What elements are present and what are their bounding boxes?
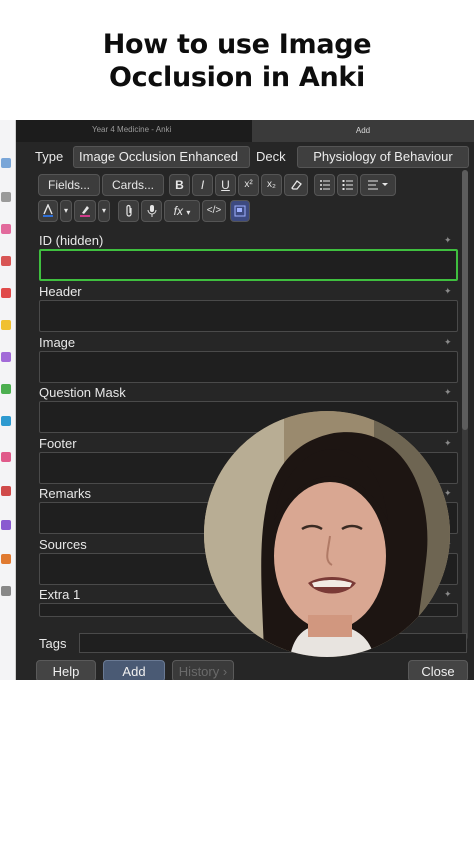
bullet-list-button[interactable] <box>314 174 335 196</box>
webcam-overlay <box>204 411 450 657</box>
add-tab-title: Add <box>252 120 474 142</box>
help-button[interactable]: Help <box>36 660 96 680</box>
headline-line-1: How to use Image <box>102 29 372 60</box>
sidebar-icon[interactable] <box>1 554 11 564</box>
microphone-icon <box>147 205 156 217</box>
highlight-button[interactable] <box>74 200 96 222</box>
sidebar-icon[interactable] <box>1 224 11 234</box>
highlighter-icon <box>80 206 90 217</box>
pin-icon[interactable]: ✦ <box>444 287 452 296</box>
numbered-list-button[interactable] <box>337 174 358 196</box>
eraser-button[interactable] <box>284 174 308 196</box>
paperclip-icon <box>125 204 132 217</box>
deck-label: Deck <box>256 149 286 164</box>
bullet-list-icon <box>319 180 330 190</box>
headline-line-2: Occlusion in Anki <box>108 62 366 93</box>
field-label-question-mask: Question Mask <box>39 385 126 400</box>
eraser-icon <box>291 180 302 190</box>
note-type-selector[interactable]: Image Occlusion Enhanced <box>73 146 250 168</box>
sidebar-icon[interactable] <box>1 416 11 426</box>
image-occlusion-icon <box>234 205 246 217</box>
field-label-footer: Footer <box>39 436 77 451</box>
record-audio-button[interactable] <box>141 200 162 222</box>
align-icon <box>368 180 388 190</box>
field-label-id: ID (hidden) <box>39 233 104 248</box>
deck-selector[interactable]: Physiology of Behaviour <box>297 146 469 168</box>
pin-icon[interactable]: ✦ <box>444 236 452 245</box>
superscript-button[interactable]: x² <box>238 174 259 196</box>
field-label-header: Header <box>39 284 82 299</box>
bold-button[interactable]: B <box>169 174 190 196</box>
field-input-question-mask[interactable] <box>39 401 458 433</box>
sidebar-icon[interactable] <box>1 288 11 298</box>
field-input-id[interactable] <box>39 249 458 281</box>
sidebar-icon[interactable] <box>1 486 11 496</box>
attach-button[interactable] <box>118 200 139 222</box>
alignment-dropdown[interactable] <box>360 174 396 196</box>
function-label: fx <box>173 204 183 218</box>
field-input-image[interactable] <box>39 351 458 383</box>
subscript-button[interactable]: x₂ <box>261 174 282 196</box>
field-label-extra-1: Extra 1 <box>39 587 81 602</box>
add-button[interactable]: Add <box>103 660 165 680</box>
sidebar-icon[interactable] <box>1 452 11 462</box>
field-input-header[interactable] <box>39 300 458 332</box>
text-color-icon <box>43 203 53 217</box>
cards-button[interactable]: Cards... <box>102 174 164 196</box>
presenter-video <box>204 411 450 657</box>
window-title: Year 4 Medicine - Anki <box>92 125 172 134</box>
numbered-list-icon <box>342 180 353 190</box>
history-button[interactable]: History › <box>172 660 234 680</box>
fields-button[interactable]: Fields... <box>38 174 100 196</box>
sidebar-icon[interactable] <box>1 520 11 530</box>
close-button[interactable]: Close <box>408 660 468 680</box>
sidebar-icon[interactable] <box>1 320 11 330</box>
sidebar-icon[interactable] <box>1 192 11 202</box>
type-label: Type <box>35 149 64 164</box>
field-label-sources: Sources <box>39 537 87 552</box>
pin-icon[interactable]: ✦ <box>444 388 452 397</box>
text-color-dropdown[interactable]: ▾ <box>60 200 72 222</box>
sidebar-icon[interactable] <box>1 352 11 362</box>
function-dropdown[interactable]: fx ▾ <box>164 200 200 222</box>
sidebar-icon[interactable] <box>1 586 11 596</box>
pin-icon[interactable]: ✦ <box>444 338 452 347</box>
field-label-image: Image <box>39 335 76 350</box>
pin-icon[interactable]: ✦ <box>444 590 452 599</box>
app-sidebar <box>0 120 16 680</box>
sidebar-icon[interactable] <box>1 158 11 168</box>
tags-label: Tags <box>39 636 67 651</box>
sidebar-icon[interactable] <box>1 256 11 266</box>
pin-icon[interactable]: ✦ <box>444 489 452 498</box>
text-color-button[interactable] <box>38 200 58 222</box>
html-editor-button[interactable]: </> <box>202 200 226 222</box>
sidebar-icon[interactable] <box>1 384 11 394</box>
field-label-remarks: Remarks <box>39 486 92 501</box>
italic-button[interactable]: I <box>192 174 213 196</box>
highlight-dropdown[interactable]: ▾ <box>98 200 110 222</box>
note-type-deck-row: Type Image Occlusion Enhanced Deck Physi… <box>16 146 474 168</box>
scrollbar-thumb[interactable] <box>462 170 468 430</box>
editor-toolbar: Fields... Cards... B I U x² x₂ ▾ ▾ fx ▾ … <box>16 172 474 222</box>
window-titlebar: Year 4 Medicine - Anki Add <box>16 120 474 142</box>
video-headline: How to use Image Occlusion in Anki <box>0 28 474 94</box>
pin-icon[interactable]: ✦ <box>444 439 452 448</box>
underline-button[interactable]: U <box>215 174 236 196</box>
image-occlusion-button[interactable] <box>230 200 250 222</box>
